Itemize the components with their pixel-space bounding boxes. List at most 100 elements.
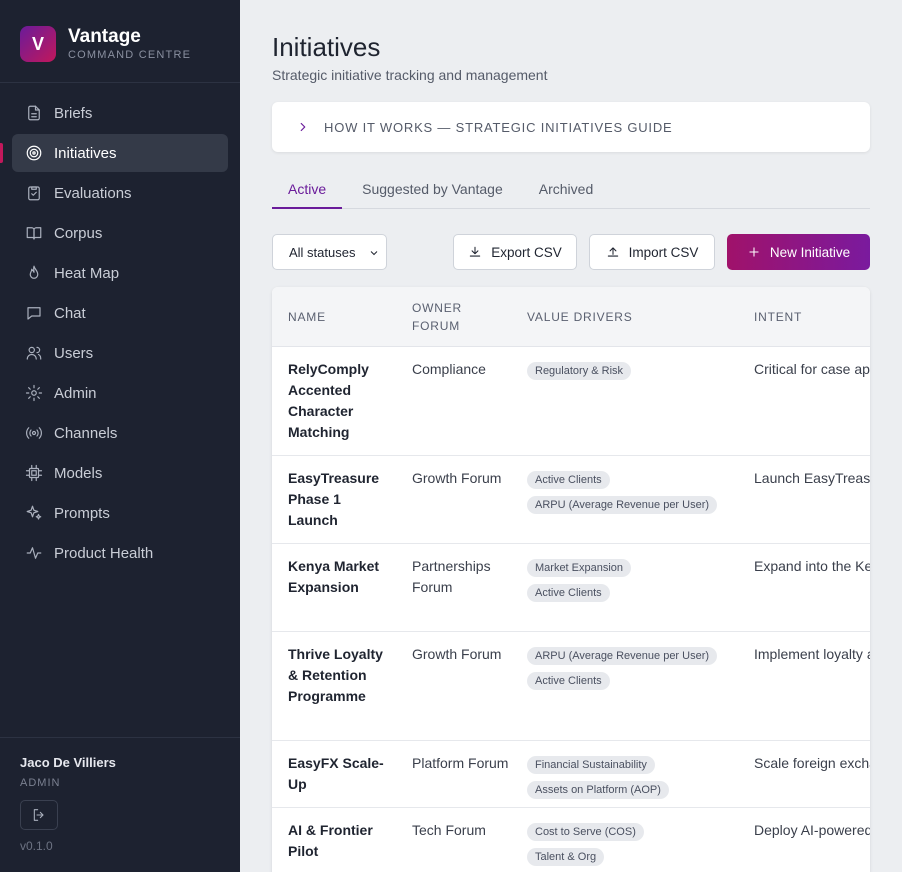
value-driver-tag: Talent & Org <box>527 848 605 866</box>
intent: Critical for case app <box>754 361 870 377</box>
intent: Deploy AI-powered <box>754 822 870 838</box>
page-title: Initiatives <box>272 32 381 62</box>
new-initiative-label: New Initiative <box>769 244 851 260</box>
app-logo: V <box>20 26 56 62</box>
new-initiative-button[interactable]: New Initiative <box>727 234 870 270</box>
sidebar-item-models[interactable]: Models <box>12 454 228 492</box>
download-icon <box>468 245 491 259</box>
app-version: v0.1.0 <box>20 839 53 853</box>
owner-forum: Tech Forum <box>412 822 486 838</box>
value-drivers: Active Clients ARPU (Average Revenue per… <box>527 468 747 518</box>
export-csv-label: Export CSV <box>491 244 562 260</box>
value-driver-tag: Regulatory & Risk <box>527 362 632 380</box>
owner-forum: Growth Forum <box>412 470 502 486</box>
column-header-name[interactable]: NAME <box>288 287 326 347</box>
sidebar-item-label: Channels <box>54 424 118 442</box>
value-driver-tag: Active Clients <box>527 471 610 489</box>
table-row[interactable]: AI & Frontier Pilot Tech Forum Cost to S… <box>272 808 870 872</box>
value-drivers: Regulatory & Risk <box>527 359 747 384</box>
logout-button[interactable] <box>20 800 58 830</box>
column-header-intent[interactable]: INTENT <box>754 287 802 347</box>
initiative-name: EasyFX Scale-Up <box>288 755 384 792</box>
sidebar-item-label: Initiatives <box>54 144 117 162</box>
guide-label: HOW IT WORKS — STRATEGIC INITIATIVES GUI… <box>324 119 673 135</box>
sidebar-item-heat-map[interactable]: Heat Map <box>12 254 228 292</box>
initiative-name: RelyComply Accented Character Matching <box>288 361 369 440</box>
owner-forum: Compliance <box>412 361 486 377</box>
user-role: ADMIN <box>20 777 61 789</box>
book-open-icon <box>24 223 44 243</box>
column-header-value-drivers[interactable]: VALUE DRIVERS <box>527 287 633 347</box>
tab-bar: Active Suggested by Vantage Archived <box>272 176 870 209</box>
table-header: NAME OWNER FORUM VALUE DRIVERS INTENT <box>272 287 870 347</box>
page-subtitle: Strategic initiative tracking and manage… <box>272 67 548 83</box>
value-drivers: ARPU (Average Revenue per User) Active C… <box>527 644 747 694</box>
user-name: Jaco De Villiers <box>20 755 116 770</box>
export-csv-button[interactable]: Export CSV <box>453 234 577 270</box>
owner-forum: Growth Forum <box>412 646 502 662</box>
sidebar-item-initiatives[interactable]: Initiatives <box>0 134 228 172</box>
column-header-owner-forum[interactable]: OWNER FORUM <box>412 287 482 347</box>
table-row[interactable]: Thrive Loyalty & Retention Programme Gro… <box>272 632 870 741</box>
initiatives-table: NAME OWNER FORUM VALUE DRIVERS INTENT Re… <box>272 287 870 872</box>
status-filter-select[interactable]: All statuses <box>272 234 387 270</box>
sidebar: V Vantage COMMAND CENTRE Briefs Initiati… <box>0 0 240 872</box>
value-driver-tag: Market Expansion <box>527 559 632 577</box>
activity-icon <box>24 543 44 563</box>
chat-bubble-icon <box>24 303 44 323</box>
sidebar-item-prompts[interactable]: Prompts <box>12 494 228 532</box>
users-icon <box>24 343 44 363</box>
value-driver-tag: Active Clients <box>527 672 610 690</box>
value-driver-tag: ARPU (Average Revenue per User) <box>527 647 718 665</box>
upload-icon <box>606 245 629 259</box>
flame-icon <box>24 263 44 283</box>
value-driver-tag: Cost to Serve (COS) <box>527 823 644 841</box>
sidebar-item-channels[interactable]: Channels <box>12 414 228 452</box>
sidebar-item-label: Models <box>54 464 103 482</box>
table-row[interactable]: RelyComply Accented Character Matching C… <box>272 347 870 456</box>
sidebar-item-product-health[interactable]: Product Health <box>12 534 228 572</box>
sidebar-item-admin[interactable]: Admin <box>12 374 228 412</box>
table-row[interactable]: Kenya Market Expansion Partnerships Foru… <box>272 544 870 632</box>
sidebar-item-chat[interactable]: Chat <box>12 294 228 332</box>
intent: Scale foreign excha <box>754 755 870 771</box>
sidebar-item-label: Briefs <box>54 104 93 122</box>
import-csv-label: Import CSV <box>628 244 699 260</box>
intent: Expand into the Ke <box>754 558 870 574</box>
broadcast-icon <box>24 423 44 443</box>
sidebar-item-label: Heat Map <box>54 264 120 282</box>
sidebar-item-users[interactable]: Users <box>12 334 228 372</box>
cpu-icon <box>24 463 44 483</box>
sparkles-icon <box>24 503 44 523</box>
sidebar-item-label: Product Health <box>54 544 154 562</box>
sidebar-item-corpus[interactable]: Corpus <box>12 214 228 252</box>
app-subtitle: COMMAND CENTRE <box>68 49 192 61</box>
value-drivers: Market Expansion Active Clients <box>527 556 747 606</box>
document-icon <box>24 103 44 123</box>
plus-icon <box>747 245 770 259</box>
value-drivers: Financial Sustainability Assets on Platf… <box>527 753 747 803</box>
sidebar-item-label: Admin <box>54 384 97 402</box>
main-content: Initiatives Strategic initiative trackin… <box>240 0 902 872</box>
import-csv-button[interactable]: Import CSV <box>589 234 715 270</box>
brand[interactable]: V Vantage COMMAND CENTRE <box>20 24 191 64</box>
tab-active[interactable]: Active <box>272 176 343 209</box>
sidebar-item-briefs[interactable]: Briefs <box>12 94 228 132</box>
tab-suggested[interactable]: Suggested by Vantage <box>342 176 519 209</box>
sidebar-item-label: Chat <box>54 304 86 322</box>
table-row[interactable]: EasyTreasure Phase 1 Launch Growth Forum… <box>272 456 870 544</box>
intent: Implement loyalty a <box>754 646 870 662</box>
target-icon <box>24 143 44 163</box>
tab-archived[interactable]: Archived <box>519 176 609 209</box>
table-row[interactable]: EasyFX Scale-Up Platform Forum Financial… <box>272 741 870 808</box>
initiative-name: Thrive Loyalty & Retention Programme <box>288 646 383 704</box>
sidebar-item-label: Users <box>54 344 94 362</box>
initiative-name: EasyTreasure Phase 1 Launch <box>288 470 380 528</box>
sidebar-item-evaluations[interactable]: Evaluations <box>12 174 228 212</box>
guide-accordion[interactable]: HOW IT WORKS — STRATEGIC INITIATIVES GUI… <box>272 102 870 152</box>
clipboard-check-icon <box>24 183 44 203</box>
divider <box>0 82 240 83</box>
chevron-right-icon <box>296 120 310 134</box>
owner-forum: Partnerships Forum <box>412 558 491 595</box>
sidebar-nav: Briefs Initiatives Evaluations Corpus He… <box>0 94 228 574</box>
